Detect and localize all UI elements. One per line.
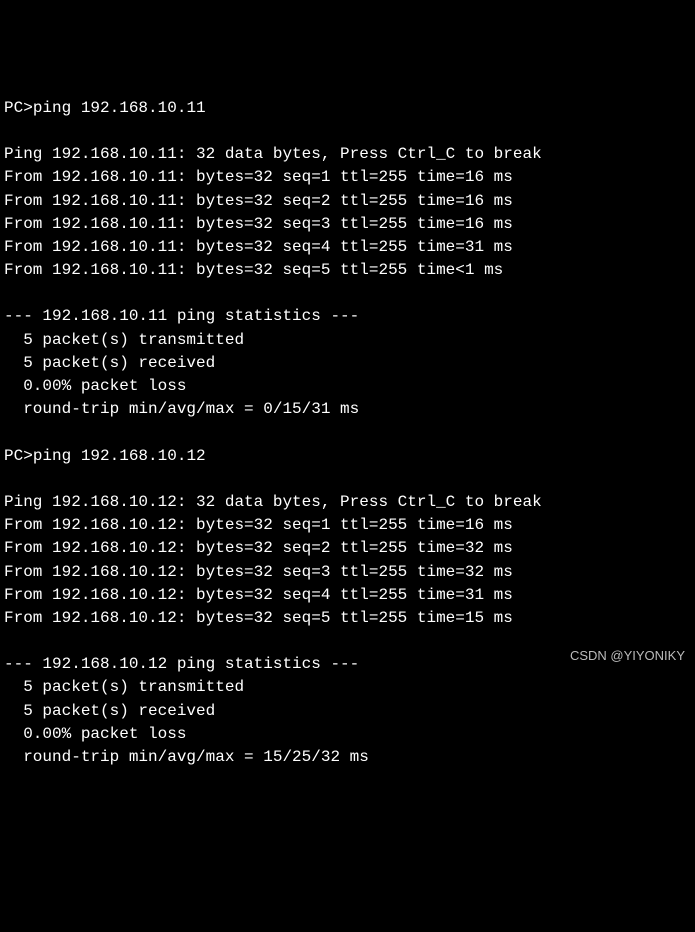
stats-line: round-trip min/avg/max = 15/25/32 ms	[4, 748, 369, 766]
stats-line: 5 packet(s) transmitted	[4, 678, 244, 696]
ping-reply: From 192.168.10.12: bytes=32 seq=2 ttl=2…	[4, 539, 513, 557]
ping-reply: From 192.168.10.11: bytes=32 seq=2 ttl=2…	[4, 192, 513, 210]
ping-reply: From 192.168.10.12: bytes=32 seq=5 ttl=2…	[4, 609, 513, 627]
ping-reply: From 192.168.10.12: bytes=32 seq=3 ttl=2…	[4, 563, 513, 581]
ping-header-1: Ping 192.168.10.11: 32 data bytes, Press…	[4, 145, 542, 163]
ping-reply: From 192.168.10.11: bytes=32 seq=1 ttl=2…	[4, 168, 513, 186]
ping-header-2: Ping 192.168.10.12: 32 data bytes, Press…	[4, 493, 542, 511]
stats-line: 5 packet(s) received	[4, 354, 215, 372]
ping-reply: From 192.168.10.11: bytes=32 seq=3 ttl=2…	[4, 215, 513, 233]
stats-line: 0.00% packet loss	[4, 725, 186, 743]
command-1: ping 192.168.10.11	[33, 99, 206, 117]
stats-line: 5 packet(s) transmitted	[4, 331, 244, 349]
stats-line: round-trip min/avg/max = 0/15/31 ms	[4, 400, 359, 418]
ping-reply: From 192.168.10.12: bytes=32 seq=1 ttl=2…	[4, 516, 513, 534]
ping-reply: From 192.168.10.11: bytes=32 seq=4 ttl=2…	[4, 238, 513, 256]
stats-line: 5 packet(s) received	[4, 702, 215, 720]
ping-reply: From 192.168.10.12: bytes=32 seq=4 ttl=2…	[4, 586, 513, 604]
stats-header-1: --- 192.168.10.11 ping statistics ---	[4, 307, 359, 325]
watermark: CSDN @YIYONIKY	[570, 647, 685, 666]
stats-line: 0.00% packet loss	[4, 377, 186, 395]
ping-reply: From 192.168.10.11: bytes=32 seq=5 ttl=2…	[4, 261, 503, 279]
prompt-1: PC>	[4, 99, 33, 117]
command-2: ping 192.168.10.12	[33, 447, 206, 465]
terminal-output: PC>ping 192.168.10.11 Ping 192.168.10.11…	[4, 97, 691, 769]
stats-header-2: --- 192.168.10.12 ping statistics ---	[4, 655, 359, 673]
prompt-2: PC>	[4, 447, 33, 465]
